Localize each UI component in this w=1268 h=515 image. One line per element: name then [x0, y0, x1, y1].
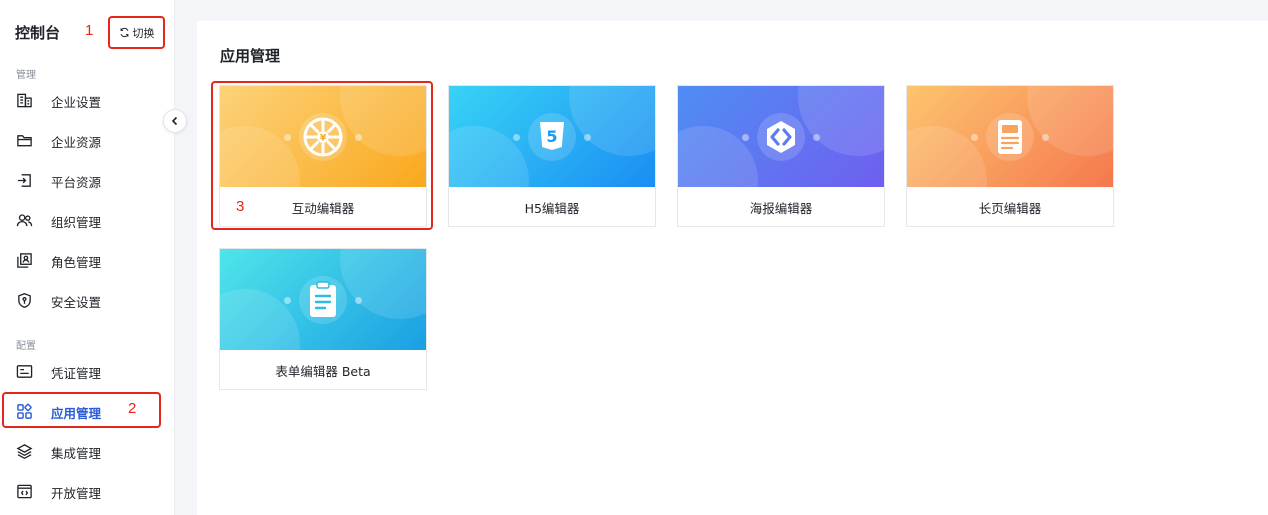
- app-card-form-editor[interactable]: 表单编辑器 Beta: [219, 248, 427, 390]
- sidebar-item-label: 角色管理: [51, 255, 102, 270]
- hexagon-link-icon: [756, 112, 806, 162]
- card-banner: [220, 249, 426, 350]
- sidebar-item-enterprise-resources[interactable]: 企业资源: [0, 121, 175, 159]
- card-name: 表单编辑器 Beta: [275, 363, 371, 379]
- card-name: H5编辑器: [524, 200, 580, 216]
- import-icon: [16, 172, 33, 189]
- shield-icon: [16, 292, 33, 309]
- sidebar-item-label: 安全设置: [51, 295, 102, 310]
- sidebar-item-organization[interactable]: 组织管理: [0, 201, 175, 239]
- sidebar-item-label: 企业资源: [51, 135, 102, 150]
- card-banner: [678, 86, 884, 187]
- annotation-step-1: 1: [85, 22, 94, 39]
- sidebar-item-label: 组织管理: [51, 215, 102, 230]
- card-banner: [907, 86, 1113, 187]
- sidebar-item-platform-resources[interactable]: 平台资源: [0, 161, 175, 199]
- app-card-poster-editor[interactable]: 海报编辑器: [677, 85, 885, 227]
- clipboard-form-icon: [298, 275, 348, 325]
- sidebar-item-label: 凭证管理: [51, 366, 102, 381]
- code-window-icon: [16, 483, 33, 500]
- role-icon: [16, 252, 33, 269]
- annotation-highlight-apps: [2, 392, 161, 428]
- section-label-manage: 管理: [16, 70, 36, 81]
- sidebar-title: 控制台: [15, 24, 61, 42]
- sidebar-item-roles[interactable]: 角色管理: [0, 241, 175, 279]
- switch-label: 切换: [132, 26, 155, 40]
- building-icon: [16, 92, 33, 109]
- sidebar-item-label: 企业设置: [51, 95, 102, 110]
- card-name: 海报编辑器: [749, 200, 813, 216]
- section-label-config: 配置: [16, 341, 36, 352]
- sidebar: 控制台 1 切换 管理 企业设置 企业资源 平台资源 组织管理 角色管理 安全设…: [0, 0, 175, 515]
- sidebar-item-integrations[interactable]: 集成管理: [0, 432, 175, 470]
- card-name: 长页编辑器: [978, 200, 1042, 216]
- refresh-icon: [120, 27, 128, 38]
- sidebar-item-enterprise-settings[interactable]: 企业设置: [0, 81, 175, 119]
- card-banner: 5: [449, 86, 655, 187]
- credential-icon: [16, 363, 33, 380]
- collapse-sidebar-button[interactable]: [163, 109, 187, 133]
- sidebar-header: 控制台 1 切换: [0, 0, 175, 60]
- sidebar-item-label: 平台资源: [51, 175, 102, 190]
- long-page-icon: [985, 112, 1035, 162]
- chevron-left-icon: [171, 116, 178, 126]
- layers-icon: [16, 443, 33, 460]
- sidebar-item-security[interactable]: 安全设置: [0, 281, 175, 319]
- folder-icon: [16, 132, 33, 149]
- sidebar-item-label: 开放管理: [51, 486, 102, 501]
- sidebar-item-open-platform[interactable]: 开放管理: [0, 472, 175, 510]
- page-title: 应用管理: [220, 47, 281, 65]
- html5-icon: 5: [527, 112, 577, 162]
- sidebar-item-label: 集成管理: [51, 446, 102, 461]
- svg-text:5: 5: [546, 127, 557, 146]
- sidebar-item-credentials[interactable]: 凭证管理: [0, 352, 175, 390]
- annotation-step-2: 2: [128, 400, 137, 417]
- users-icon: [16, 212, 33, 229]
- app-card-long-page-editor[interactable]: 长页编辑器: [906, 85, 1114, 227]
- app-card-h5-editor[interactable]: 5 H5编辑器: [448, 85, 656, 227]
- annotation-step-3: 3: [236, 198, 245, 215]
- switch-button[interactable]: 切换: [108, 16, 165, 49]
